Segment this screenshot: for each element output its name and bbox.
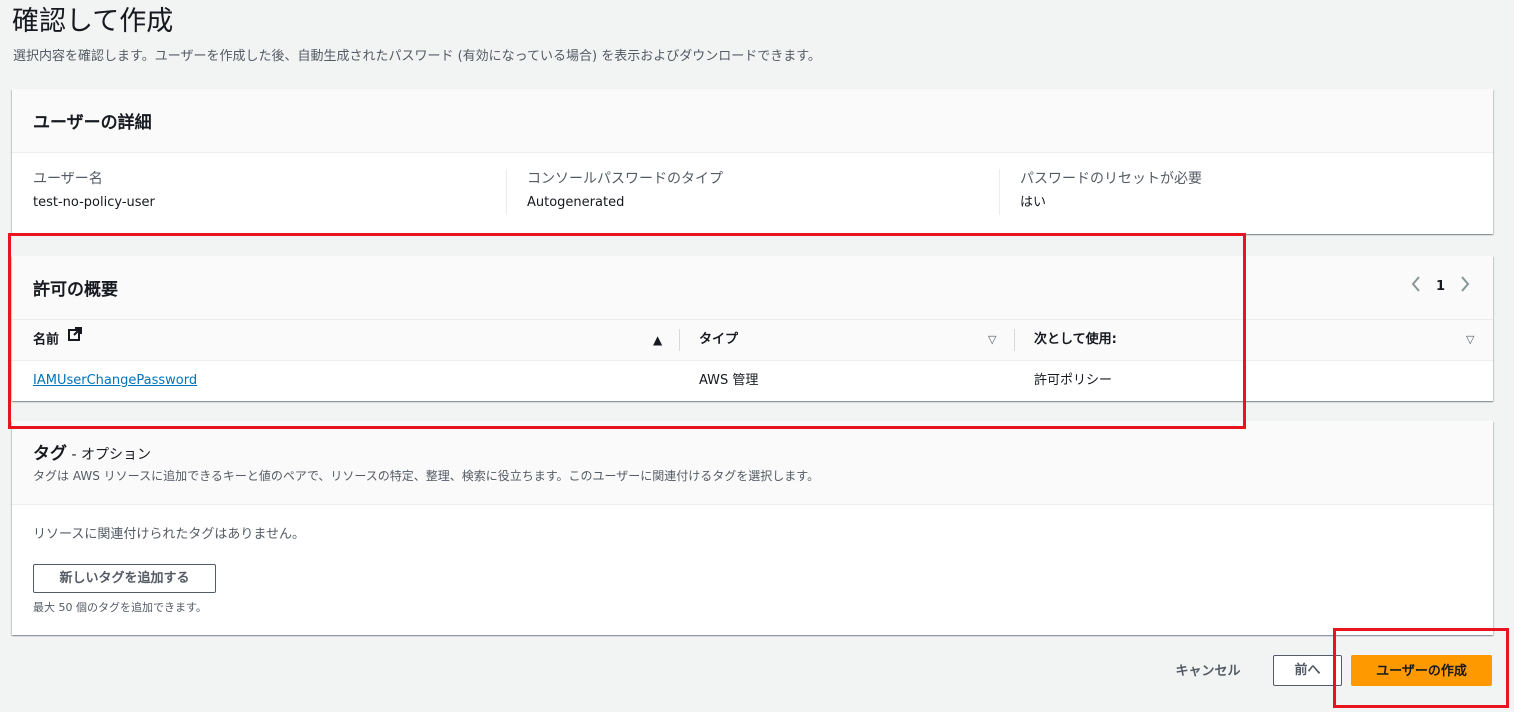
caret-down-icon[interactable]: ▽ <box>1466 320 1474 360</box>
add-tag-button[interactable]: 新しいタグを追加する <box>33 564 216 593</box>
previous-button[interactable]: 前へ <box>1273 655 1342 686</box>
field-username: ユーザー名 test-no-policy-user <box>33 169 503 215</box>
permissions-summary-panel: 許可の概要 1 名前 ▲ タイプ ▽ 次として使用: ▽ IAMUserChan… <box>12 256 1493 401</box>
page-title: 確認して作成 <box>12 6 174 37</box>
field-password-reset: パスワードのリセットが必要 はい <box>999 169 1470 215</box>
external-link-icon <box>67 318 82 358</box>
page-number[interactable]: 1 <box>1436 279 1445 294</box>
user-details-header: ユーザーの詳細 <box>12 89 1493 153</box>
column-divider <box>1014 329 1015 351</box>
chevron-right-icon[interactable] <box>1459 274 1471 298</box>
tags-limit-text: 最大 50 個のタグを追加できます。 <box>33 601 207 614</box>
chevron-left-icon[interactable] <box>1410 274 1422 298</box>
tags-optional-label: - オプション <box>67 447 151 463</box>
field-password-type-label: コンソールパスワードのタイプ <box>527 171 723 187</box>
policy-link[interactable]: IAMUserChangePassword <box>33 373 197 388</box>
field-password-type: コンソールパスワードのタイプ Autogenerated <box>506 169 997 215</box>
caret-up-icon[interactable]: ▲ <box>653 320 662 360</box>
table-row: IAMUserChangePassword AWS 管理 許可ポリシー <box>12 361 1493 401</box>
user-details-panel: ユーザーの詳細 ユーザー名 test-no-policy-user コンソールパ… <box>12 89 1493 234</box>
tags-panel: タグ - オプション タグは AWS リソースに追加できるキーと値のペアで、リソ… <box>12 421 1493 635</box>
tags-header: タグ - オプション タグは AWS リソースに追加できるキーと値のペアで、リソ… <box>12 421 1493 505</box>
permissions-header: 許可の概要 1 <box>12 256 1493 320</box>
policy-name-cell: IAMUserChangePassword <box>33 361 197 401</box>
field-username-label: ユーザー名 <box>33 171 103 187</box>
field-password-reset-value: はい <box>1020 195 1047 210</box>
permissions-title: 許可の概要 <box>33 280 118 300</box>
tags-description: タグは AWS リソースに追加できるキーと値のペアで、リソースの特定、整理、検索… <box>33 469 820 483</box>
page-description: 選択内容を確認します。ユーザーを作成した後、自動生成されたパスワード (有効にな… <box>13 49 821 64</box>
column-header-type[interactable]: タイプ <box>699 320 738 360</box>
column-header-name[interactable]: 名前 <box>33 320 82 360</box>
tags-title-text: タグ <box>33 444 67 464</box>
field-password-reset-label: パスワードのリセットが必要 <box>1020 171 1202 187</box>
pagination: 1 <box>1410 274 1471 298</box>
cancel-button[interactable]: キャンセル <box>1158 655 1258 687</box>
column-divider <box>679 329 680 351</box>
field-password-type-value: Autogenerated <box>527 195 625 210</box>
table-header-row: 名前 ▲ タイプ ▽ 次として使用: ▽ <box>12 320 1493 361</box>
tags-title: タグ - オプション <box>33 439 151 464</box>
field-username-value: test-no-policy-user <box>33 195 155 210</box>
tags-empty-message: リソースに関連付けられたタグはありません。 <box>33 527 305 542</box>
column-header-used-as[interactable]: 次として使用: <box>1034 320 1117 360</box>
column-header-name-label: 名前 <box>33 332 60 348</box>
create-user-button[interactable]: ユーザーの作成 <box>1351 655 1492 686</box>
policy-type-cell: AWS 管理 <box>699 373 759 388</box>
policy-used-as-cell: 許可ポリシー <box>1034 373 1113 388</box>
user-details-title: ユーザーの詳細 <box>33 113 152 133</box>
caret-down-icon[interactable]: ▽ <box>988 320 996 360</box>
